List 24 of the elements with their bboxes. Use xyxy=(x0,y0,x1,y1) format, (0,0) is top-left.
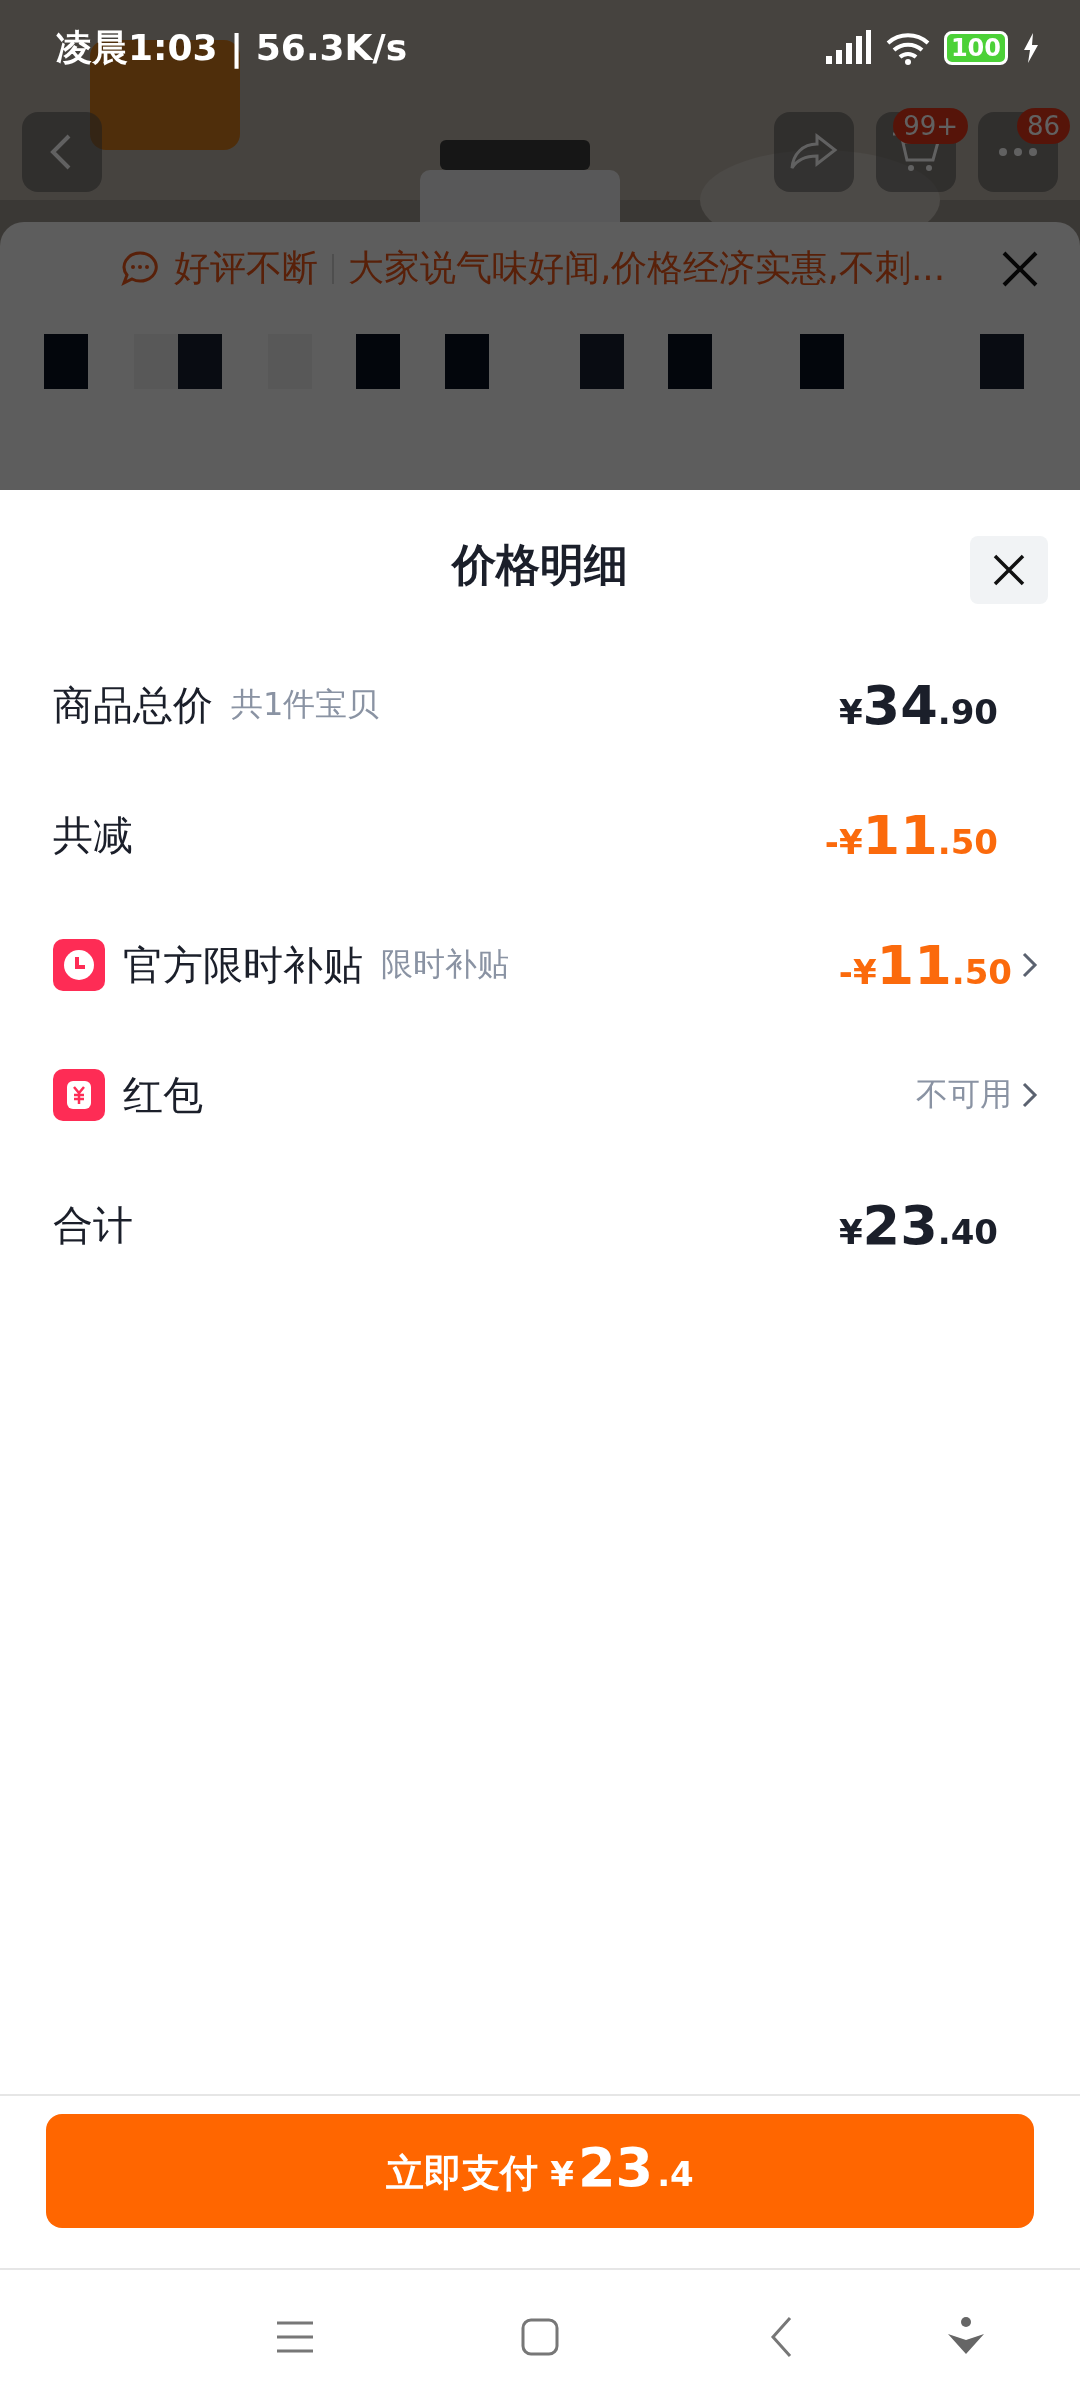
row-note: 限时补贴 xyxy=(381,944,509,985)
row-label: 官方限时补贴 xyxy=(123,940,363,990)
back-icon[interactable] xyxy=(770,2316,794,2358)
row-label: 合计 xyxy=(53,1200,133,1250)
price-text: -¥11.50 xyxy=(824,803,998,867)
menu-icon[interactable] xyxy=(276,2320,314,2354)
price-text: ¥34.90 xyxy=(838,673,998,737)
clock-icon xyxy=(53,939,105,991)
row-label: 共减 xyxy=(53,810,133,860)
row-label: 商品总价 xyxy=(53,680,213,730)
status-text: 不可用 xyxy=(916,1074,1012,1115)
home-icon[interactable] xyxy=(521,2318,559,2356)
chevron-icon xyxy=(1020,1080,1040,1110)
chevron-icon xyxy=(1020,950,1040,980)
close-icon xyxy=(992,553,1026,587)
yuan-icon xyxy=(53,1069,105,1121)
price-text: -¥11.50 xyxy=(838,933,1012,997)
sheet-title: 价格明细 xyxy=(452,537,628,592)
assistant-icon[interactable] xyxy=(948,2316,984,2356)
pay-button[interactable]: 立即支付 ¥23.4 xyxy=(46,2114,1034,2228)
row-note: 共1件宝贝 xyxy=(231,684,380,725)
close-button[interactable] xyxy=(970,536,1048,604)
row-label: 红包 xyxy=(123,1070,203,1120)
price-text: ¥23.40 xyxy=(838,1193,998,1257)
